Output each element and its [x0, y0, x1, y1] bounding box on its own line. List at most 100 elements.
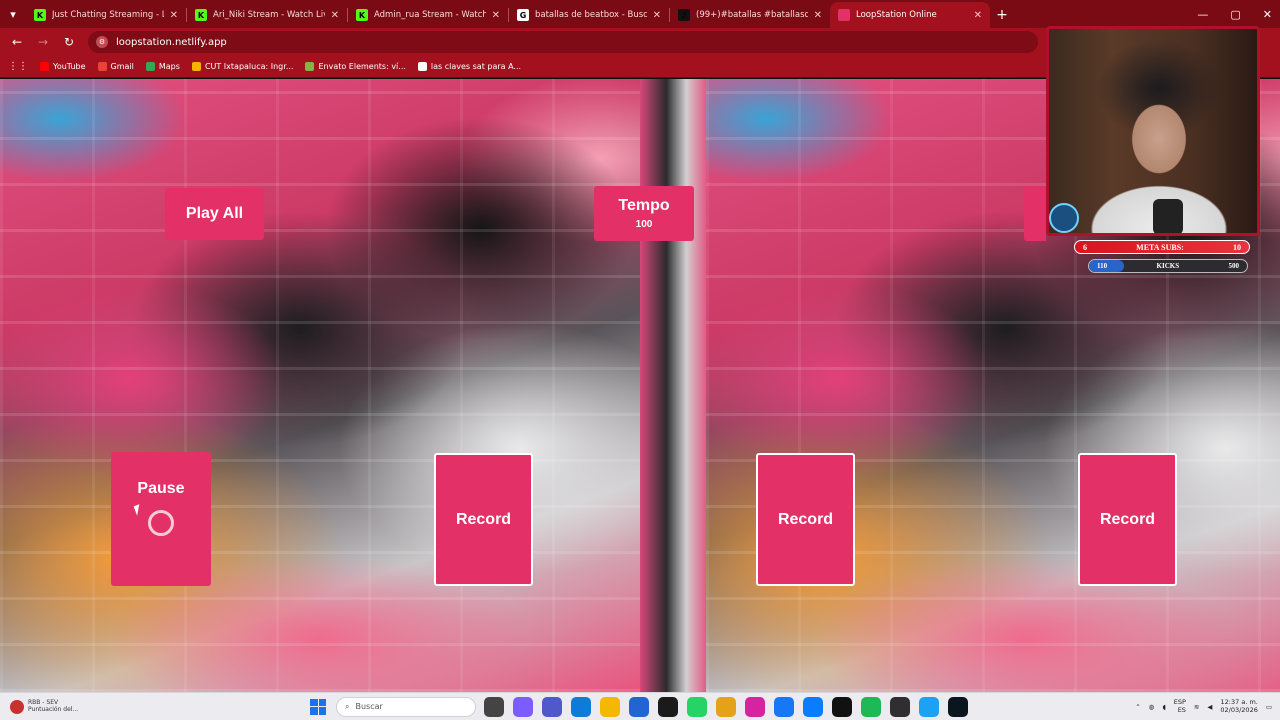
browser-tab[interactable]: Gbatallas de beatbox - Buscar co ✕: [509, 2, 669, 28]
play-all-button[interactable]: Play All: [165, 188, 264, 240]
tiktok-icon[interactable]: [832, 696, 852, 717]
store-icon[interactable]: [629, 696, 649, 717]
close-tab-icon[interactable]: ✕: [170, 10, 178, 21]
close-tab-icon[interactable]: ✕: [974, 10, 982, 21]
bookmark-favicon-icon: [145, 62, 155, 71]
tempo-button-partial[interactable]: [1024, 186, 1046, 241]
loop-progress-ring-icon: [148, 510, 174, 536]
record-button-3[interactable]: Record: [756, 453, 855, 586]
maximize-icon[interactable]: ▢: [1230, 8, 1240, 21]
apps-grid-icon[interactable]: ⋮⋮: [8, 61, 28, 72]
close-window-icon[interactable]: ✕: [1263, 8, 1272, 21]
spotify-icon[interactable]: [861, 696, 881, 717]
bookmark-favicon-icon: [417, 62, 427, 71]
tempo-value: 100: [635, 219, 653, 230]
copilot-icon[interactable]: [513, 696, 533, 717]
tab-title: Just Chatting Streaming - Live S: [52, 10, 164, 20]
close-tab-icon[interactable]: ✕: [331, 10, 339, 21]
teams-icon[interactable]: [542, 696, 562, 717]
windows-start-icon[interactable]: [310, 698, 326, 715]
network-icon[interactable]: ◍: [1149, 703, 1155, 711]
pinned-apps: [484, 696, 968, 717]
forward-arrow-icon[interactable]: →: [32, 31, 54, 53]
weather-icon: [10, 699, 24, 714]
site-info-icon[interactable]: ⚙: [96, 36, 108, 48]
back-arrow-icon[interactable]: ←: [6, 31, 28, 53]
browser-tab[interactable]: K Just Chatting Streaming - Live S ✕: [26, 2, 186, 28]
windows-taskbar: RBB - SEV Puntuación del... ⌕ Buscar ⌃ ◍…: [0, 692, 1280, 720]
record-button-4[interactable]: Record: [1078, 453, 1177, 586]
tempo-label: Tempo: [618, 197, 670, 214]
pause-loop-button[interactable]: Pause: [111, 452, 211, 586]
new-tab-button[interactable]: +: [990, 2, 1014, 28]
bookmark-favicon-icon: [97, 62, 107, 71]
chrome-icon[interactable]: [716, 696, 736, 717]
bookmark-item[interactable]: YouTube: [40, 62, 86, 71]
bookmark-label: CUT Ixtapaluca: Ingr...: [204, 62, 294, 71]
bookmark-item[interactable]: las claves sat para A...: [417, 62, 521, 71]
facebook-icon[interactable]: [774, 696, 794, 717]
browser-tab[interactable]: ♪ (99+)#batallas #batallasderap ✕: [670, 2, 830, 28]
system-tray: ⌃ ◍ ◖ ESP ES ≋ ◀ 12:37 a. m. 02/03/2026 …: [1135, 698, 1280, 715]
bookmark-label: YouTube: [53, 62, 86, 71]
tempo-button[interactable]: Tempo 100: [594, 186, 694, 241]
bookmark-favicon-icon: [305, 62, 315, 71]
reload-icon[interactable]: ↻: [58, 31, 80, 53]
task-view-icon[interactable]: [484, 696, 504, 717]
volume-icon[interactable]: ◖: [1162, 703, 1165, 711]
twitter-icon[interactable]: [919, 696, 939, 717]
close-tab-icon[interactable]: ✕: [814, 10, 822, 21]
url-input[interactable]: ⚙ loopstation.netlify.app: [88, 31, 1038, 53]
record-label-2: Record: [455, 510, 512, 528]
kicks-label: KICKS: [1156, 262, 1180, 270]
whatsapp-icon[interactable]: [687, 696, 707, 717]
wifi-icon[interactable]: ≋: [1194, 703, 1199, 711]
meta-subs-goal: 10: [1232, 242, 1241, 252]
bookmark-item[interactable]: Gmail: [97, 62, 134, 71]
graffiti-divider: [640, 79, 706, 692]
graffiti-background-left: [0, 79, 640, 692]
taskbar-search-input[interactable]: ⌕ Buscar: [336, 696, 476, 717]
tab-title: (99+)#batallas #batallasderap: [696, 10, 808, 20]
browser-tab[interactable]: K Admin_rua Stream - Watch Live ✕: [348, 2, 508, 28]
bookmark-item[interactable]: Maps: [145, 62, 180, 71]
instagram-icon[interactable]: [745, 696, 765, 717]
bookmark-item[interactable]: Envato Elements: ví...: [305, 62, 406, 71]
obs-icon[interactable]: [890, 696, 910, 717]
record-button-2[interactable]: Record: [434, 453, 533, 586]
show-hidden-icons-icon[interactable]: ⌃: [1135, 703, 1140, 711]
meta-subs-label: META SUBS:: [1136, 242, 1184, 252]
kicks-current: 110: [1097, 262, 1108, 270]
bookmark-list: YouTube Gmail Maps CUT Ixtapaluca: Ingr... E…: [40, 62, 521, 71]
minimize-icon[interactable]: —: [1197, 8, 1208, 21]
record-label-3: Record: [777, 510, 834, 528]
bookmark-item[interactable]: CUT Ixtapaluca: Ingr...: [191, 62, 294, 71]
clock-date: 02/03/2026: [1220, 705, 1258, 714]
close-tab-icon[interactable]: ✕: [492, 10, 500, 21]
edge-icon[interactable]: [571, 696, 591, 717]
bookmark-label: Gmail: [110, 62, 134, 71]
file-explorer-icon[interactable]: [600, 696, 620, 717]
streamlabs-icon[interactable]: [948, 696, 968, 717]
browser-tab[interactable]: LoopStation Online ✕: [830, 2, 990, 28]
prime-video-icon[interactable]: [658, 696, 678, 717]
bookmark-favicon-icon: [191, 62, 201, 71]
stream-logo-icon: [1049, 203, 1079, 233]
browser-tab[interactable]: K Ari_Niki Stream - Watch Live on ✕: [187, 2, 347, 28]
speaker-icon[interactable]: ◀: [1207, 703, 1212, 711]
notifications-icon[interactable]: ▭: [1266, 703, 1272, 711]
webcam-overlay: [1046, 26, 1260, 236]
url-text: loopstation.netlify.app: [116, 36, 227, 48]
clock[interactable]: 12:37 a. m. 02/03/2026: [1220, 698, 1258, 715]
language-indicator[interactable]: ESP ES: [1174, 698, 1186, 715]
tab-favicon-icon: K: [34, 9, 46, 21]
messenger-icon[interactable]: [803, 696, 823, 717]
tab-search-icon[interactable]: ▾: [0, 0, 26, 28]
weather-widget[interactable]: RBB - SEV Puntuación del...: [0, 693, 110, 720]
bookmark-label: Envato Elements: ví...: [318, 62, 406, 71]
weather-subtitle: Puntuación del...: [28, 705, 79, 713]
bookmark-label: Maps: [158, 62, 180, 71]
search-icon: ⌕: [345, 701, 350, 711]
close-tab-icon[interactable]: ✕: [653, 10, 661, 21]
record-label-4: Record: [1099, 510, 1156, 528]
